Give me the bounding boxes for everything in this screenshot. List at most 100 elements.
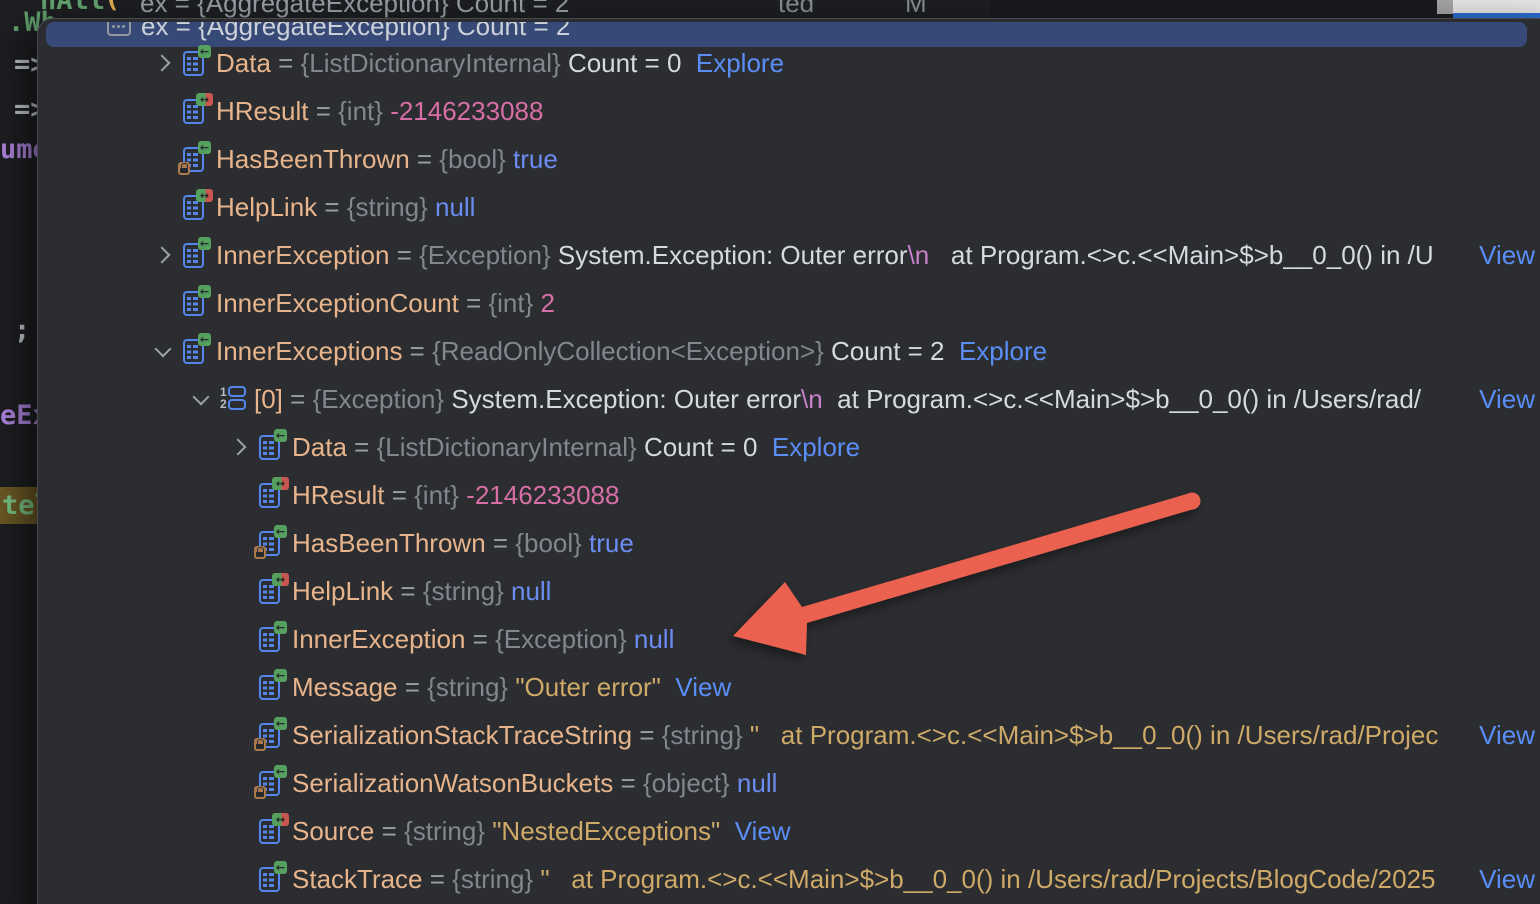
variable-value-segment: null bbox=[737, 768, 777, 799]
editor-code-fragment: nAll bbox=[40, 0, 105, 16]
variable-row-SerializationStackTraceString[interactable]: ←SerializationStackTraceString = {string… bbox=[38, 711, 1540, 759]
variable-value-segment: at Program.<>c.<<Main>$>b__0_0() in /U bbox=[929, 240, 1433, 271]
variable-name: InnerExceptions bbox=[216, 336, 402, 367]
view-link-container: View bbox=[1467, 711, 1535, 759]
variable-value-segment: System.Exception: Outer error bbox=[451, 384, 801, 415]
equals-sign: = bbox=[423, 864, 453, 895]
equals-sign: = bbox=[632, 720, 662, 751]
property-icon: ← bbox=[182, 145, 208, 173]
variable-row-InnerException[interactable]: ←InnerException = {Exception} null bbox=[38, 615, 1540, 663]
view-link[interactable]: View bbox=[1479, 384, 1535, 415]
property-icon: ← bbox=[182, 49, 208, 77]
getter-badge: ← bbox=[274, 765, 287, 778]
getter-setter-badge: ↔ bbox=[196, 189, 213, 202]
variable-value-segment: null bbox=[634, 624, 674, 655]
editor-code-fragment: ted bbox=[778, 0, 814, 18]
variable-value-segment bbox=[757, 432, 771, 463]
equals-sign: = bbox=[308, 96, 338, 127]
property-icon: ↔ bbox=[258, 817, 284, 845]
equals-sign: = bbox=[465, 624, 495, 655]
getter-badge: ← bbox=[274, 525, 287, 538]
variable-row-Data[interactable]: ←Data = {ListDictionaryInternal} Count =… bbox=[38, 423, 1540, 471]
chevron-down-icon[interactable] bbox=[182, 395, 220, 403]
variable-row-HelpLink[interactable]: ↔HelpLink = {string} null bbox=[38, 567, 1540, 615]
chevron-right-icon[interactable] bbox=[144, 249, 182, 261]
variable-name: InnerException bbox=[292, 624, 465, 655]
background-window-edge bbox=[1437, 0, 1453, 14]
variable-value-segment bbox=[681, 48, 695, 79]
equals-sign: = bbox=[283, 384, 313, 415]
variable-row-Message[interactable]: ←Message = {string} "Outer error" View bbox=[38, 663, 1540, 711]
view-link[interactable]: View bbox=[1479, 720, 1535, 751]
variable-row-HelpLink[interactable]: ↔HelpLink = {string} null bbox=[38, 183, 1540, 231]
variable-value-segment bbox=[720, 816, 734, 847]
property-icon: ↔ bbox=[258, 577, 284, 605]
property-icon: ↔ bbox=[258, 481, 284, 509]
explore-link[interactable]: Explore bbox=[696, 48, 784, 79]
variable-value-segment: Count = 2 bbox=[831, 336, 944, 367]
view-link[interactable]: View bbox=[1479, 240, 1535, 271]
variable-row-Source[interactable]: ↔Source = {string} "NestedExceptions" Vi… bbox=[38, 807, 1540, 855]
view-link-container: View bbox=[1467, 855, 1535, 903]
variable-value-segment: {Exception} bbox=[313, 384, 452, 415]
variable-value-segment: {int} bbox=[414, 480, 466, 511]
variable-row-InnerExceptionCount[interactable]: ←InnerExceptionCount = {int} 2 bbox=[38, 279, 1540, 327]
variable-row-StackTrace[interactable]: ←StackTrace = {string} " at Program.<>c.… bbox=[38, 855, 1540, 903]
equals-sign: = bbox=[613, 768, 643, 799]
property-icon: ↔ bbox=[182, 193, 208, 221]
variable-name: HResult bbox=[292, 480, 384, 511]
chevron-right-icon[interactable] bbox=[144, 57, 182, 69]
private-lock-badge bbox=[254, 738, 266, 751]
equals-sign: = bbox=[402, 336, 432, 367]
variable-value-segment: at Program.<>c.<<Main>$>b__0_0() in /Use… bbox=[823, 384, 1421, 415]
variable-name: SerializationWatsonBuckets bbox=[292, 768, 613, 799]
array-element-icon: 12 bbox=[220, 385, 246, 413]
variable-name: Data bbox=[216, 48, 271, 79]
getter-badge: ← bbox=[274, 669, 287, 682]
getter-setter-badge: ↔ bbox=[272, 813, 289, 826]
variable-row-InnerException[interactable]: ←InnerException = {Exception} System.Exc… bbox=[38, 231, 1540, 279]
equals-sign: = bbox=[389, 240, 419, 271]
variable-value-segment: {string} bbox=[404, 816, 492, 847]
background-window bbox=[1453, 0, 1540, 13]
variable-row-Data[interactable]: ←Data = {ListDictionaryInternal} Count =… bbox=[38, 39, 1540, 87]
variable-value-segment: \n bbox=[801, 384, 823, 415]
view-link[interactable]: View bbox=[675, 672, 731, 703]
variable-row-SerializationWatsonBuckets[interactable]: ← SerializationWatsonBuckets = {object} n… bbox=[38, 759, 1540, 807]
variable-value-segment: {Exception} bbox=[419, 240, 558, 271]
explore-link[interactable]: Explore bbox=[959, 336, 1047, 367]
chevron-down-icon[interactable] bbox=[144, 347, 182, 355]
view-link[interactable]: View bbox=[1479, 864, 1535, 895]
variable-row-HResult[interactable]: ↔HResult = {int} -2146233088 bbox=[38, 87, 1540, 135]
variable-name: HelpLink bbox=[216, 192, 317, 223]
variable-row-HasBeenThrown[interactable]: ←HasBeenThrown = {bool} true bbox=[38, 135, 1540, 183]
getter-badge: ← bbox=[198, 45, 211, 58]
editor-code-fragment: M bbox=[905, 0, 927, 18]
equals-sign: = bbox=[393, 576, 423, 607]
variable-row-HasBeenThrown[interactable]: ←HasBeenThrown = {bool} true bbox=[38, 519, 1540, 567]
equals-sign: = bbox=[317, 192, 347, 223]
chevron-right-icon[interactable] bbox=[220, 441, 258, 453]
property-icon: ← bbox=[258, 865, 284, 893]
variable-value-segment: \n bbox=[908, 240, 930, 271]
variable-row-InnerExceptions[interactable]: ←InnerExceptions = {ReadOnlyCollection<E… bbox=[38, 327, 1540, 375]
explore-link[interactable]: Explore bbox=[772, 432, 860, 463]
variable-value-segment: {bool} bbox=[439, 144, 513, 175]
variable-value-segment: " at Program.<>c.<<Main>$>b__0_0() in /U… bbox=[750, 720, 1438, 751]
equals-sign: = bbox=[271, 48, 301, 79]
variable-value-segment: Count = 0 bbox=[644, 432, 757, 463]
variable-row-HResult[interactable]: ↔HResult = {int} -2146233088 bbox=[38, 471, 1540, 519]
equals-sign: = bbox=[347, 432, 377, 463]
variable-value-segment: {object} bbox=[643, 768, 737, 799]
view-link[interactable]: View bbox=[735, 816, 791, 847]
getter-badge: ← bbox=[274, 621, 287, 634]
getter-badge: ← bbox=[198, 141, 211, 154]
property-icon: ↔ bbox=[182, 97, 208, 125]
variable-value-segment bbox=[661, 672, 675, 703]
variable-value-segment: "NestedExceptions" bbox=[492, 816, 720, 847]
equals-sign: = bbox=[374, 816, 404, 847]
variable-row-0[interactable]: 12[0] = {Exception} System.Exception: Ou… bbox=[38, 375, 1540, 423]
variable-name: HasBeenThrown bbox=[216, 144, 410, 175]
equals-sign: = bbox=[384, 480, 414, 511]
variable-value-segment: " at Program.<>c.<<Main>$>b__0_0() in /U… bbox=[540, 864, 1435, 895]
